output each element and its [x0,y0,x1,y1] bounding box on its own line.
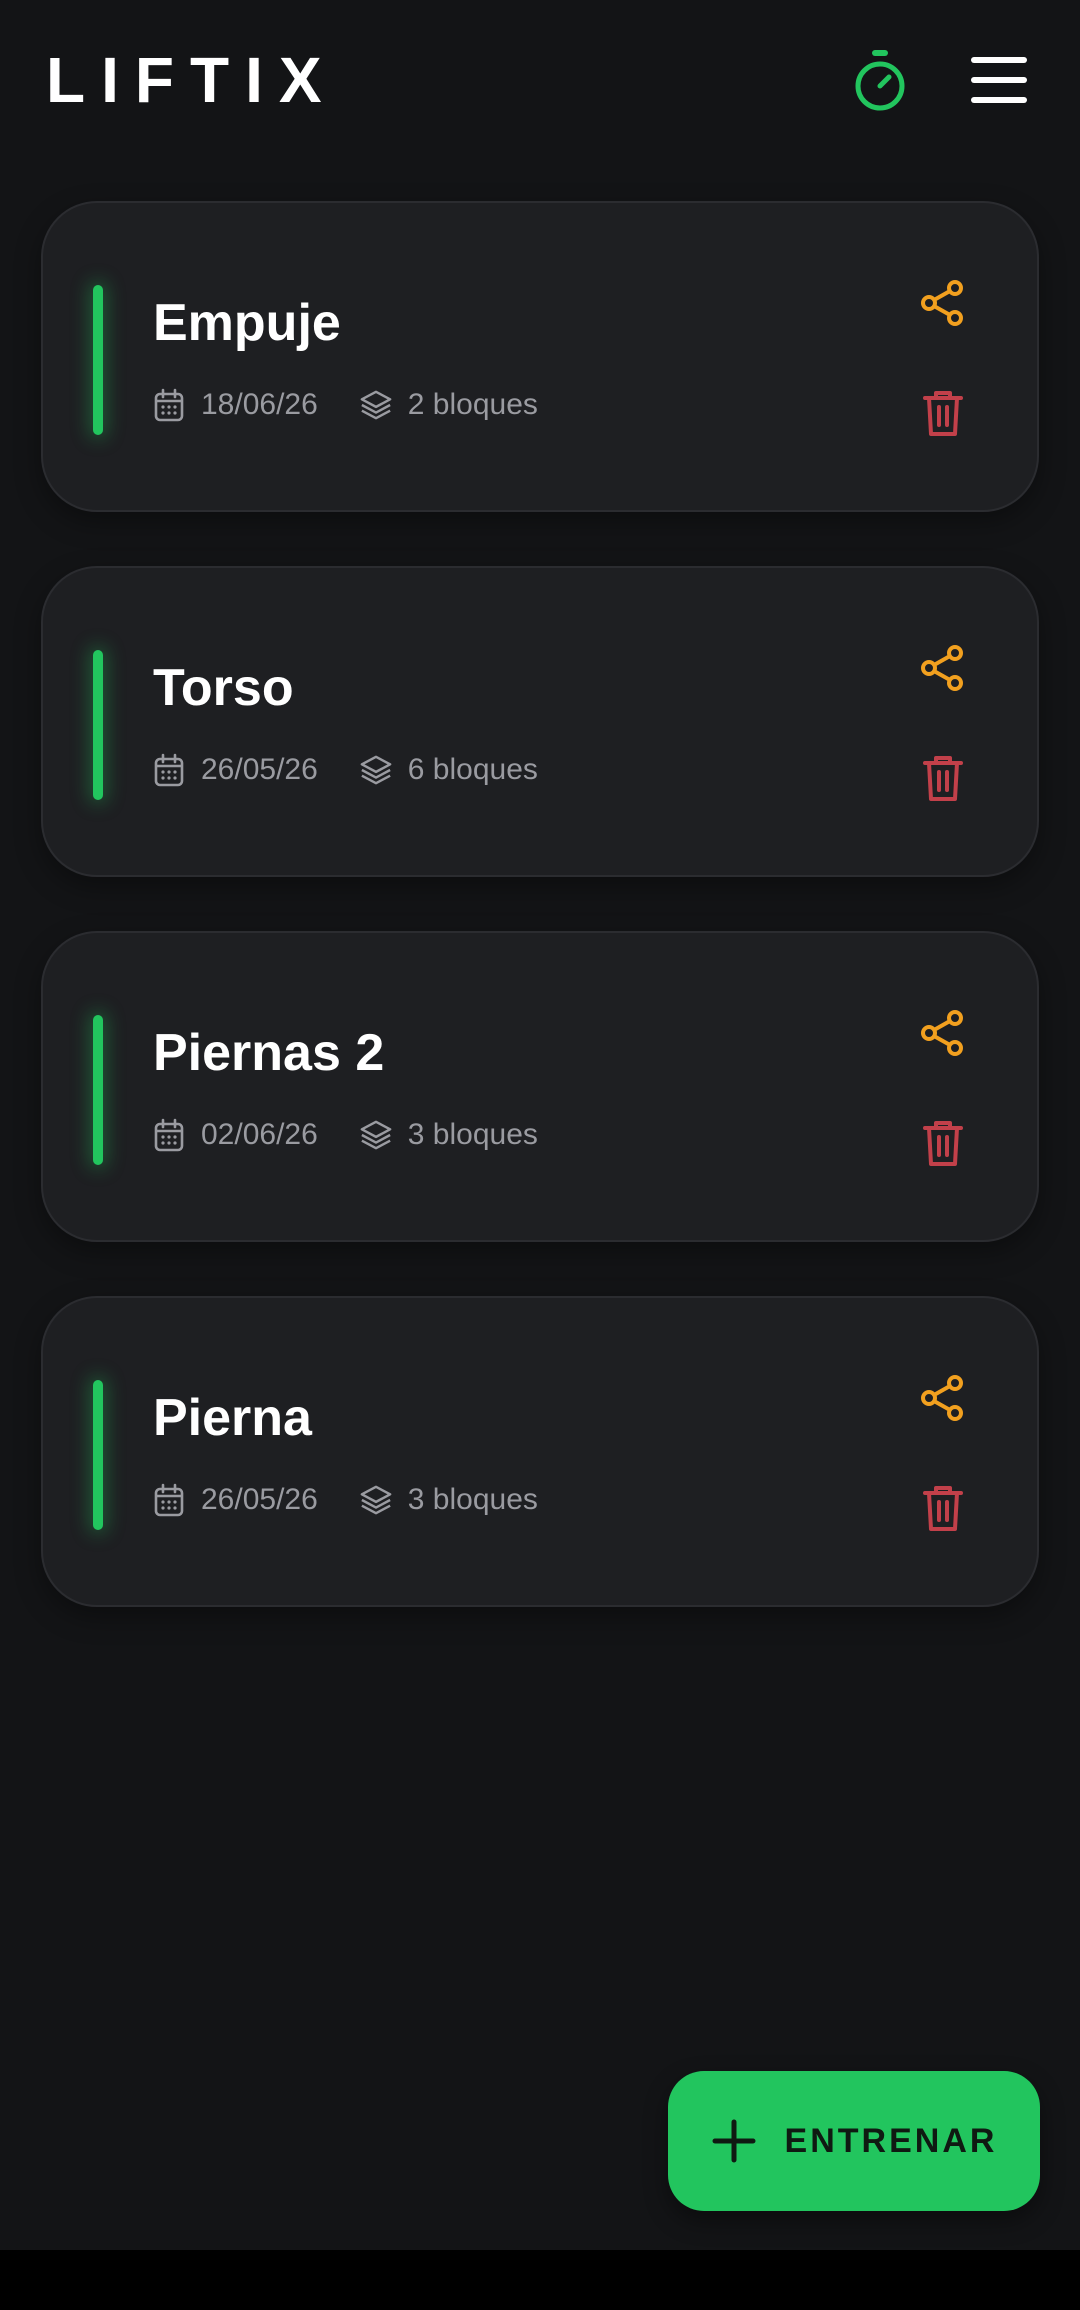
train-button[interactable]: ENTRENAR [668,2071,1040,2211]
layers-icon [360,1117,392,1153]
card-accent-bar [93,1380,103,1530]
layers-icon [360,752,392,788]
share-button[interactable] [915,275,971,331]
workout-blocks: 2 bloques [407,388,538,421]
calendar-icon [153,1482,185,1518]
menu-button[interactable] [966,50,1032,110]
workout-blocks: 3 bloques [407,1118,538,1151]
layers-icon [360,1482,392,1518]
workout-date: 26/05/26 [201,753,318,786]
workout-card[interactable]: Piernas 2 02/06/26 3 bloques [41,931,1039,1242]
plus-icon [711,2118,757,2164]
workout-date: 18/06/26 [201,388,318,421]
trash-icon [923,391,963,436]
card-accent-bar [93,285,103,435]
share-icon [921,280,963,326]
trash-icon [923,756,963,801]
app-screen: LIFTIX Empuje 18/06/26 2 bloques Torso 2… [0,0,1080,2250]
share-icon [921,1375,963,1421]
calendar-icon [153,387,185,423]
workout-meta: 26/05/26 3 bloques [153,1480,538,1520]
workout-date: 02/06/26 [201,1118,318,1151]
share-icon [921,645,963,691]
workout-title: Piernas 2 [153,1024,385,1082]
trash-icon [923,1486,963,1531]
workout-meta: 02/06/26 3 bloques [153,1115,538,1155]
workout-card[interactable]: Pierna 26/05/26 3 bloques [41,1296,1039,1607]
card-accent-bar [93,650,103,800]
workout-card[interactable]: Torso 26/05/26 6 bloques [41,566,1039,877]
calendar-icon [153,752,185,788]
workout-blocks: 6 bloques [407,753,538,786]
layers-icon [360,387,392,423]
workout-date: 26/05/26 [201,1483,318,1516]
workout-blocks: 3 bloques [407,1483,538,1516]
delete-button[interactable] [915,383,971,443]
delete-button[interactable] [915,1478,971,1538]
system-navigation-bar [0,2250,1080,2310]
workout-meta: 18/06/26 2 bloques [153,385,538,425]
card-accent-bar [93,1015,103,1165]
workout-meta: 26/05/26 6 bloques [153,750,538,790]
delete-button[interactable] [915,748,971,808]
workout-title: Empuje [153,294,341,352]
workout-title: Torso [153,659,294,717]
workout-card[interactable]: Empuje 18/06/26 2 bloques [41,201,1039,512]
timer-button[interactable] [846,44,914,116]
stopwatch-icon [855,50,905,111]
delete-button[interactable] [915,1113,971,1173]
share-button[interactable] [915,640,971,696]
calendar-icon [153,1117,185,1153]
share-button[interactable] [915,1370,971,1426]
app-header: LIFTIX [0,0,1080,160]
share-button[interactable] [915,1005,971,1061]
hamburger-menu-icon [971,57,1027,103]
train-button-label: ENTRENAR [784,2121,998,2160]
workout-title: Pierna [153,1389,312,1447]
app-logo: LIFTIX [46,44,338,116]
trash-icon [923,1121,963,1166]
share-icon [921,1010,963,1056]
